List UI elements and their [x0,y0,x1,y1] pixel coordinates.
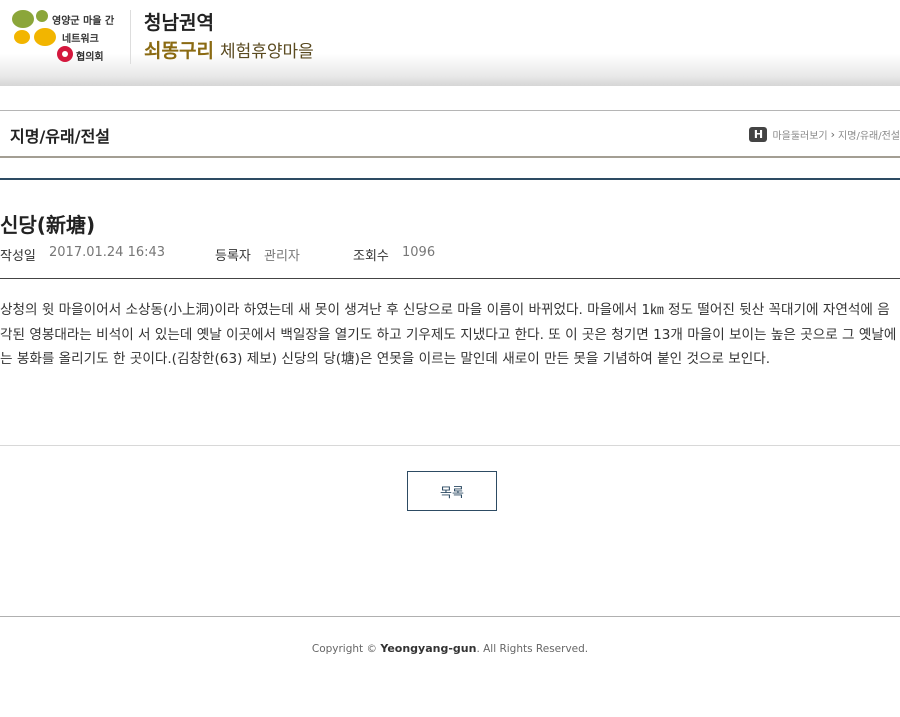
logo-dot-red [57,46,73,62]
article-title: 신당(新塘) [0,213,96,237]
site-header: 영양군 마을 간 네트워크 협의회 청남권역 쇠똥구리 체험휴양마을 [0,0,900,86]
page-title-bar: 지명/유래/전설 H 마을둘러보기 › 지명/유래/전설 [0,110,900,158]
logo-dot-green [12,10,34,28]
author-value: 관리자 [264,249,300,264]
article-body: 상청의 윗 마을이어서 소상동(小上洞)이라 하였는데 새 못이 생겨난 후 신… [0,302,897,367]
views-label: 조회수 [353,249,389,264]
site-subtitle-brand: 쇠똥구리 [144,40,214,62]
meta-divider [0,278,900,279]
site-title: 청남권역 [144,12,214,34]
copyright-prefix: Copyright © [311,643,378,655]
logo-text-line1: 영양군 마을 간 [52,16,115,27]
site-subtitle: 쇠똥구리 체험휴양마을 [144,36,314,63]
home-icon[interactable]: H [749,126,768,142]
logo-dot-yellow [34,28,56,46]
logo-dot-yellow-small [14,30,30,44]
views-value: 1096 [402,245,436,260]
chevron-right-icon: › [830,127,836,141]
logo-text-line3: 협의회 [76,52,104,63]
copyright-suffix: . All Rights Reserved. [476,643,589,655]
section-divider [0,178,900,180]
site-logo[interactable]: 영양군 마을 간 네트워크 협의회 청남권역 쇠똥구리 체험휴양마을 [12,8,322,66]
logo-divider [130,10,131,64]
author-label: 등록자 [215,249,251,264]
list-button[interactable]: 목록 [407,471,497,511]
footer-divider [0,616,900,617]
page-title: 지명/유래/전설 [10,127,111,146]
breadcrumb-item-current[interactable]: 지명/유래/전설 [838,127,900,142]
content-divider [0,445,900,446]
date-value: 2017.01.24 16:43 [49,245,166,260]
copyright-brand: Yeongyang-gun [380,642,477,655]
logo-dot-green-small [36,10,48,22]
breadcrumb-item-village-tour[interactable]: 마을둘러보기 [772,127,827,142]
site-subtitle-rest: 체험휴양마을 [219,42,314,62]
date-label: 작성일 [0,249,36,264]
breadcrumb: H 마을둘러보기 › 지명/유래/전설 [749,126,900,142]
logo-text-line2: 네트워크 [62,34,99,45]
copyright: Copyright © Yeongyang-gun. All Rights Re… [0,642,900,655]
